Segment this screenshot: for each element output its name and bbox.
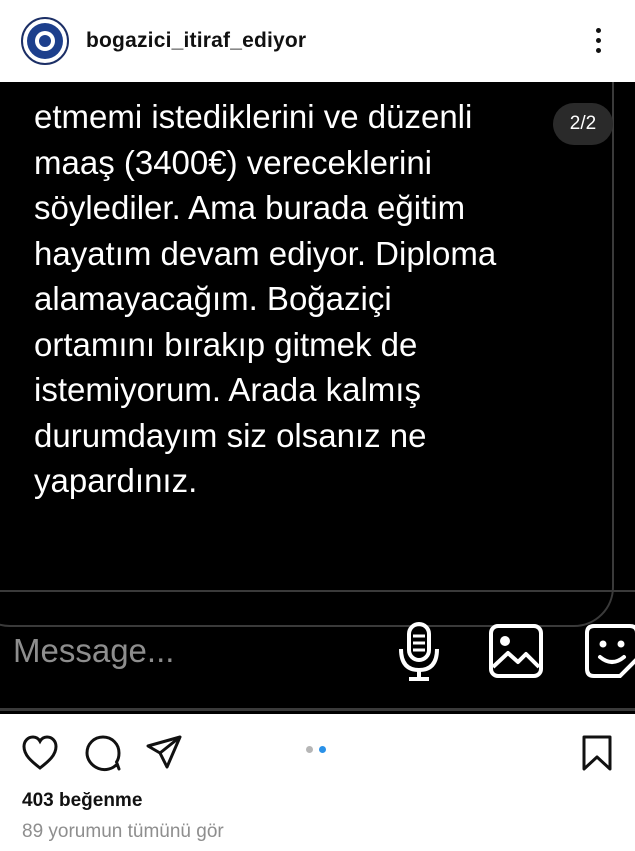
post-header: bogazici_itiraf_ediyor [0,0,635,82]
bookmark-icon[interactable] [578,734,616,772]
image-gallery-icon [489,624,543,678]
likes-count[interactable]: 403 beğenme [22,790,142,812]
avatar-logo [27,23,63,59]
message-input-placeholder: Message... [13,632,175,669]
view-all-comments-link[interactable]: 89 yorumun tümünü gör [22,821,224,843]
carousel-counter-badge: 2/2 [553,103,613,145]
more-vertical-icon[interactable] [586,26,610,56]
post-image: etmemi istediklerini ve düzenli maaş (34… [0,82,635,714]
share-icon[interactable] [145,734,183,772]
sticker-icon [585,624,635,678]
carousel-dot [306,746,313,753]
message-text: etmemi istediklerini ve düzenli maaş (34… [34,98,497,499]
carousel-indicator [306,746,336,756]
username[interactable]: bogazici_itiraf_ediyor [86,29,306,53]
microphone-icon [399,622,439,681]
post-actions: 403 beğenme 89 yorumun tümünü gör [0,714,635,851]
post-bottom-edge [0,708,635,711]
avatar[interactable] [21,17,69,65]
heart-icon[interactable] [21,734,59,772]
carousel-dot-active [319,746,326,753]
comment-icon[interactable] [84,734,122,772]
composer-divider [0,590,635,592]
